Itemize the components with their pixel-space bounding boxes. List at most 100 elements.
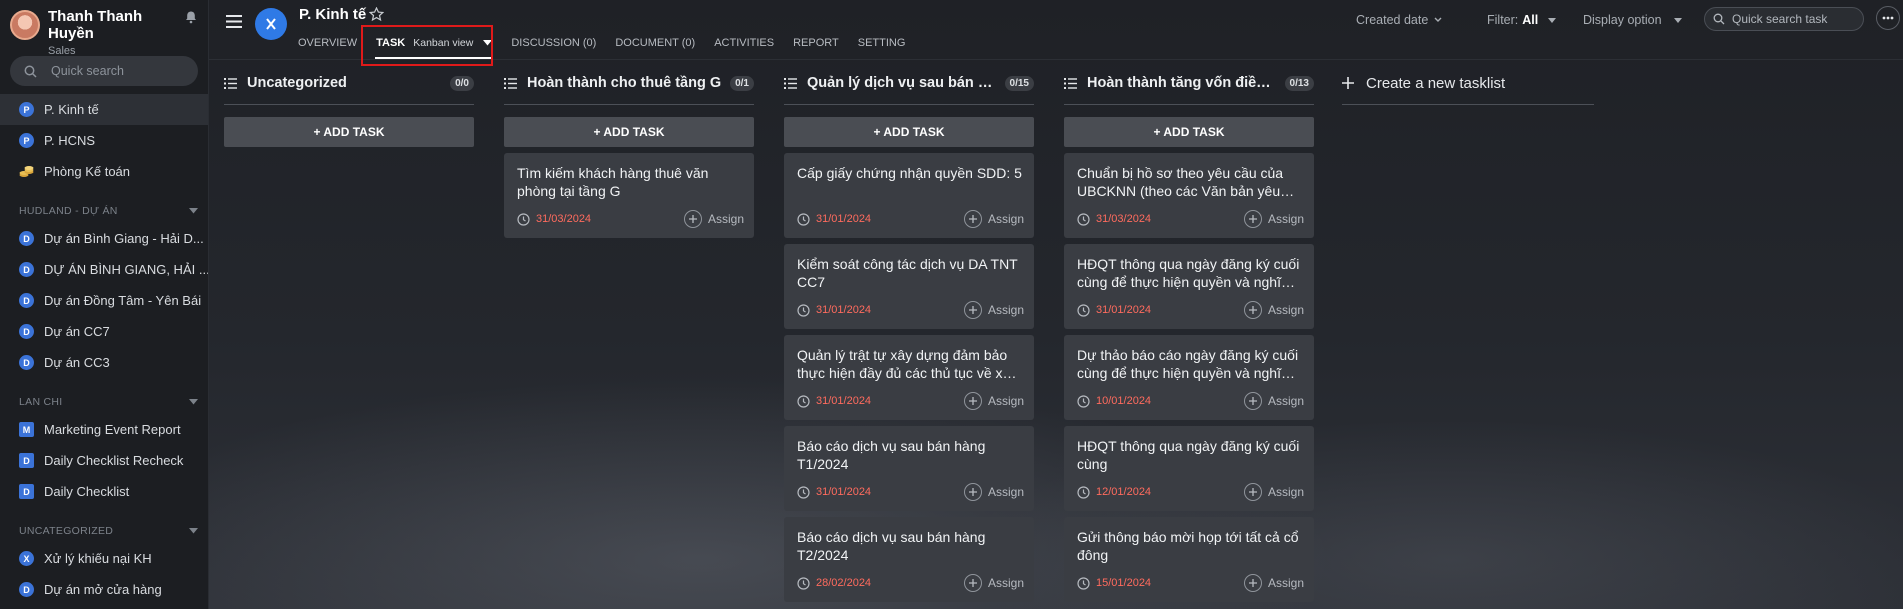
due-date[interactable]: 31/01/2024	[816, 486, 964, 498]
assign-button[interactable]: Assign	[1243, 301, 1304, 319]
assign-button[interactable]: Assign	[963, 301, 1024, 319]
tab-report[interactable]: REPORT	[793, 37, 839, 49]
tab-activities[interactable]: ACTIVITIES	[714, 37, 774, 49]
divider	[1064, 104, 1314, 105]
assign-button[interactable]: Assign	[1243, 392, 1304, 410]
due-date[interactable]: 10/01/2024	[1096, 395, 1244, 407]
task-card[interactable]: Tìm kiếm khách hàng thuê văn phòng tại t…	[504, 153, 754, 238]
task-card[interactable]: Báo cáo dịch vụ sau bán hàng T2/2024 28/…	[784, 517, 1034, 602]
tab-document[interactable]: DOCUMENT (0)	[615, 37, 695, 49]
sidebar-item-p-kinh-te[interactable]: P P. Kinh tế	[0, 94, 208, 125]
plus-icon	[963, 301, 982, 319]
divider	[784, 104, 1034, 105]
sidebar-item-label: Dự án CC7	[44, 324, 110, 339]
task-card[interactable]: Dự thảo báo cáo ngày đăng ký cuối cùng đ…	[1064, 335, 1314, 420]
quick-search-task-input[interactable]: Quick search task	[1704, 7, 1864, 31]
sidebar-item-daily-checklist[interactable]: D Daily Checklist	[0, 476, 208, 507]
display-option-dropdown[interactable]: Display option	[1583, 13, 1682, 27]
assign-button[interactable]: Assign	[1243, 483, 1304, 501]
sidebar-item-du-an-binh-giang[interactable]: D Dự án Bình Giang - Hải D...	[0, 223, 208, 254]
due-date[interactable]: 15/01/2024	[1096, 577, 1244, 589]
divider	[224, 104, 474, 105]
sidebar-item-du-an-cc3[interactable]: D Dự án CC3	[0, 347, 208, 378]
assign-button[interactable]: Assign	[1243, 574, 1304, 592]
sidebar-item-du-an-binh-giang-hai[interactable]: D DỰ ÁN BÌNH GIANG, HẢI ...	[0, 254, 208, 285]
sidebar-item-phong-ke-toan[interactable]: Phòng Kế toán	[0, 156, 208, 187]
task-card[interactable]: Quản lý trật tự xây dựng đảm bảo thực hi…	[784, 335, 1034, 420]
sidebar-item-label: Daily Checklist Recheck	[44, 453, 184, 468]
sidebar-item-p-hcns[interactable]: P P. HCNS	[0, 125, 208, 156]
add-task-button[interactable]: + ADD TASK	[1064, 117, 1314, 147]
tasklist-header[interactable]: Hoàn thành cho thuê tầng G 0/1	[504, 72, 754, 94]
add-task-button[interactable]: + ADD TASK	[504, 117, 754, 147]
tasklist-header[interactable]: Quản lý dịch vụ sau bán hàng 0/15	[784, 72, 1034, 94]
filter-dropdown[interactable]: Filter: All	[1487, 13, 1557, 27]
add-task-button[interactable]: + ADD TASK	[784, 117, 1034, 147]
task-title: HĐQT thông qua ngày đăng ký cuối cùng	[1077, 438, 1300, 472]
sidebar-section-lan-chi[interactable]: LAN CHI	[0, 378, 208, 414]
assign-button[interactable]: Assign	[963, 210, 1024, 228]
task-card[interactable]: Báo cáo dịch vụ sau bán hàng T1/2024 31/…	[784, 426, 1034, 511]
list-icon	[224, 77, 237, 89]
assign-button[interactable]: Assign	[683, 210, 744, 228]
due-date[interactable]: 31/01/2024	[816, 395, 964, 407]
assign-button[interactable]: Assign	[963, 574, 1024, 592]
due-date[interactable]: 12/01/2024	[1096, 486, 1244, 498]
due-date[interactable]: 31/01/2024	[816, 304, 964, 316]
project-badge: D	[19, 453, 34, 468]
task-card[interactable]: HĐQT thông qua ngày đăng ký cuối cùng để…	[1064, 244, 1314, 329]
sidebar-search-input[interactable]: Quick search	[10, 56, 198, 86]
task-card[interactable]: Kiểm soát công tác dịch vụ DA TNT CC7 31…	[784, 244, 1034, 329]
create-tasklist-button[interactable]: Create a new tasklist	[1342, 72, 1594, 94]
task-footer: 31/01/2024 Assign	[797, 483, 1024, 501]
sidebar-item-label: DỰ ÁN BÌNH GIANG, HẢI ...	[44, 262, 208, 277]
due-date[interactable]: 31/03/2024	[536, 213, 684, 225]
user-role: Sales	[48, 45, 76, 57]
tab-overview[interactable]: OVERVIEW	[298, 37, 357, 49]
sort-dropdown[interactable]: Created date	[1356, 13, 1442, 27]
task-card[interactable]: Cấp giấy chứng nhận quyền SDD: 5 31/01/2…	[784, 153, 1034, 238]
assign-label: Assign	[1267, 394, 1304, 408]
more-options-icon[interactable]	[1876, 6, 1900, 30]
avatar[interactable]	[10, 10, 40, 40]
tab-setting[interactable]: SETTING	[858, 37, 906, 49]
sidebar-item-du-an-dong-tam[interactable]: D Dự án Đồng Tâm - Yên Bái	[0, 285, 208, 316]
tasklist-header[interactable]: Uncategorized 0/0	[224, 72, 474, 94]
tab-discussion[interactable]: DISCUSSION (0)	[511, 37, 596, 49]
sidebar-section-uncategorized[interactable]: UNCATEGORIZED	[0, 507, 208, 543]
divider	[504, 104, 754, 105]
sidebar-section-hudland[interactable]: HUDLAND - DỰ ÁN	[0, 187, 208, 223]
sidebar-item-daily-checklist-recheck[interactable]: D Daily Checklist Recheck	[0, 445, 208, 476]
sidebar-item-du-an-mo-cua-hang[interactable]: D Dự án mở cửa hàng	[0, 574, 208, 605]
task-card[interactable]: Chuẩn bị hồ sơ theo yêu cầu của UBCKNN (…	[1064, 153, 1314, 238]
task-card[interactable]: HĐQT thông qua ngày đăng ký cuối cùng 12…	[1064, 426, 1314, 511]
sidebar-item-marketing-event-report[interactable]: M Marketing Event Report	[0, 414, 208, 445]
create-tasklist: Create a new tasklist	[1342, 72, 1594, 105]
sidebar-item-label: Phòng Kế toán	[44, 164, 131, 179]
add-task-button[interactable]: + ADD TASK	[224, 117, 474, 147]
plus-icon	[963, 574, 982, 592]
project-badge: D	[19, 484, 34, 499]
assign-label: Assign	[987, 394, 1024, 408]
sidebar-item-du-an-cc7[interactable]: D Dự án CC7	[0, 316, 208, 347]
due-date[interactable]: 28/02/2024	[816, 577, 964, 589]
tasklist-header[interactable]: Hoàn thành tăng vốn điều lệ 0/13	[1064, 72, 1314, 94]
clock-icon	[797, 212, 810, 226]
chevron-down-icon[interactable]	[189, 528, 198, 534]
task-card[interactable]: Gửi thông báo mời họp tới tất cả cổ đông…	[1064, 517, 1314, 602]
user-profile[interactable]: Thanh Thanh Huyền Sales	[0, 0, 208, 57]
chevron-down-icon[interactable]	[189, 399, 198, 405]
hamburger-menu-icon[interactable]	[226, 15, 242, 28]
assign-button[interactable]: Assign	[963, 392, 1024, 410]
chevron-down-icon[interactable]	[189, 208, 198, 214]
star-icon[interactable]	[369, 7, 384, 22]
sidebar-item-xu-ly-khieu-nai[interactable]: X Xử lý khiếu nại KH	[0, 543, 208, 574]
bell-icon[interactable]	[184, 10, 198, 24]
project-title: P. Kinh tế	[299, 6, 367, 23]
sidebar-item-label: Marketing Event Report	[44, 422, 181, 437]
assign-button[interactable]: Assign	[1243, 210, 1304, 228]
due-date[interactable]: 31/01/2024	[1096, 304, 1244, 316]
due-date[interactable]: 31/03/2024	[1096, 213, 1244, 225]
assign-button[interactable]: Assign	[963, 483, 1024, 501]
due-date[interactable]: 31/01/2024	[816, 213, 964, 225]
